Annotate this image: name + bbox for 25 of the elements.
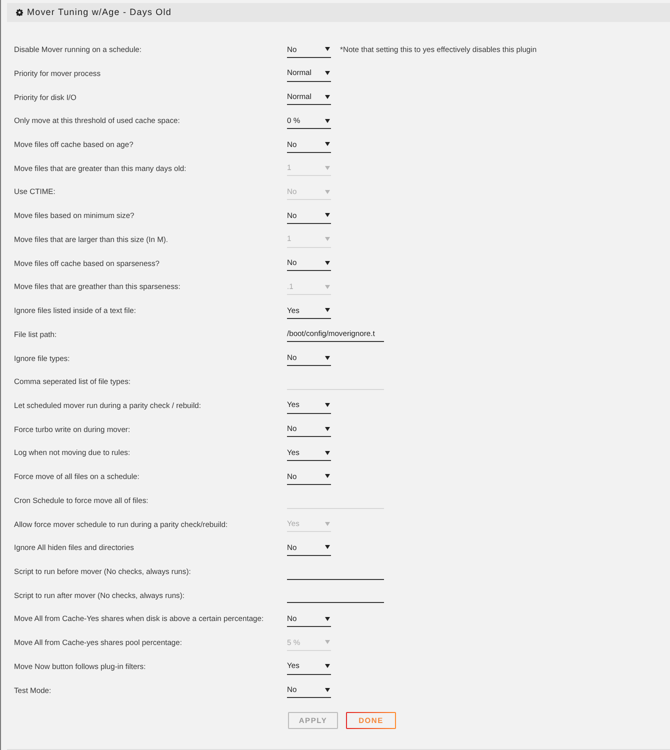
- caret-icon: [325, 94, 330, 99]
- caret-icon: [325, 166, 330, 170]
- gear-icon: [16, 9, 23, 16]
- caret-icon: [325, 522, 330, 526]
- caret-icon: [325, 664, 330, 668]
- panel-title: Mover Tuning w/Age - Days Old: [27, 6, 172, 19]
- caret-icon: [325, 190, 330, 194]
- caret-icon: [325, 616, 330, 621]
- caret-icon: [325, 426, 330, 431]
- caret-icon: [325, 308, 330, 312]
- caret-icon: [325, 356, 330, 360]
- caret-icon: [325, 284, 330, 289]
- caret-icon: [325, 47, 330, 52]
- caret-icon: [325, 403, 330, 408]
- caret-icon: [325, 640, 330, 644]
- caret-icon: [325, 474, 330, 478]
- caret-icon: [325, 450, 330, 455]
- caret-icon: [325, 142, 330, 146]
- caret-icon: [325, 688, 330, 692]
- caret-icon: [325, 260, 330, 265]
- caret-icon: [325, 118, 330, 123]
- caret-icon: [325, 71, 330, 76]
- caret-icon: [325, 545, 330, 550]
- caret-icon: [325, 213, 330, 218]
- caret-icon: [325, 237, 330, 242]
